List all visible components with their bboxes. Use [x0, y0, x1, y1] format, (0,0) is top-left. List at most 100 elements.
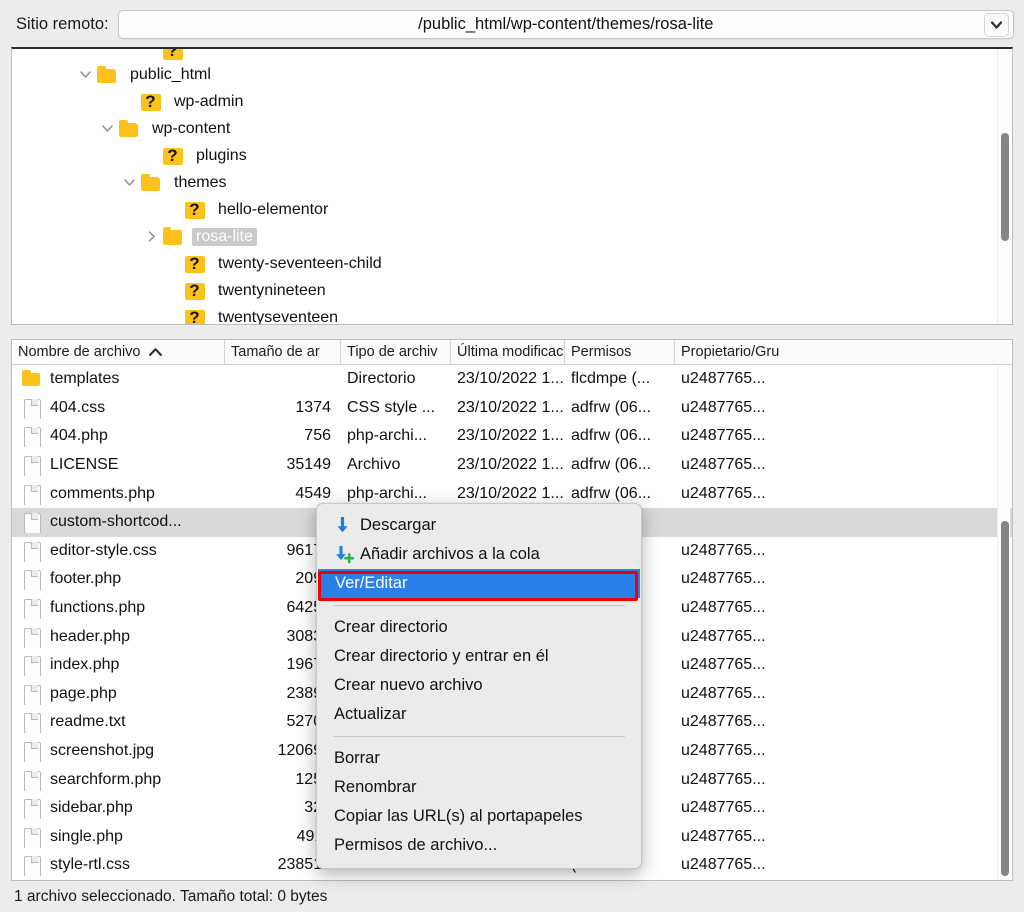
menu-item-ver-editar[interactable]: Ver/Editar — [318, 569, 640, 598]
status-bar: 1 archivo seleccionado. Tamaño total: 0 … — [0, 881, 1024, 912]
tree-item-label: wp-content — [148, 120, 234, 138]
tree-item-rosa-lite[interactable]: rosa-lite — [12, 223, 1012, 250]
file-name-label: 404.php — [50, 427, 108, 445]
menu-item-crear-nuevo-archivo[interactable]: Crear nuevo archivo — [317, 671, 641, 700]
file-owner-cell: u2487765... — [674, 485, 974, 503]
file-name-label: editor-style.css — [50, 542, 157, 560]
file-date-cell: 23/10/2022 1... — [450, 456, 564, 474]
column-header-label: Permisos — [571, 344, 631, 360]
menu-item-permisos-de-archivo[interactable]: Permisos de archivo... — [317, 831, 641, 860]
twisty-none — [162, 253, 184, 275]
file-row[interactable]: 404.css1374CSS style ...23/10/2022 1...a… — [12, 394, 1012, 423]
file-perm-cell: adfrw (06... — [564, 485, 674, 503]
chevron-down-icon[interactable] — [984, 13, 1009, 37]
tree-item-twentyseventeen[interactable]: twentyseventeen — [12, 304, 1012, 324]
column-header-date[interactable]: Última modificació — [450, 340, 564, 365]
column-header-perm[interactable]: Permisos — [564, 340, 674, 365]
add-to-queue-icon — [334, 546, 360, 564]
menu-item-descargar[interactable]: Descargar — [317, 511, 641, 540]
file-name-cell: editor-style.css — [12, 540, 224, 562]
file-name-cell: comments.php — [12, 483, 224, 505]
file-type-cell: Directorio — [340, 370, 450, 388]
menu-item-borrar[interactable]: Borrar — [317, 744, 641, 773]
file-icon — [20, 568, 42, 590]
column-header-label: Tamaño de ar — [231, 344, 320, 360]
chevron-right-icon[interactable] — [140, 226, 162, 248]
folder-unknown-icon — [184, 281, 207, 301]
menu-item-label: Borrar — [334, 749, 380, 768]
file-name-cell: LICENSE — [12, 454, 224, 476]
menu-item-a-adir-archivos-a-la-cola[interactable]: Añadir archivos a la cola — [317, 540, 641, 569]
file-list-header[interactable]: Nombre de archivo Tamaño de ar Tipo de arc… — [12, 340, 1012, 365]
file-name-cell: 404.php — [12, 425, 224, 447]
file-name-label: index.php — [50, 656, 119, 674]
file-name-cell: functions.php — [12, 597, 224, 619]
tree-item-label: hello-elementor — [214, 201, 332, 219]
file-size-cell: 35149 — [224, 456, 340, 474]
menu-item-renombrar[interactable]: Renombrar — [317, 773, 641, 802]
file-owner-cell: u2487765... — [674, 399, 974, 417]
remote-path-combo[interactable]: /public_html/wp-content/themes/rosa-lite — [118, 10, 1014, 39]
file-name-label: functions.php — [50, 599, 145, 617]
file-context-menu[interactable]: DescargarAñadir archivos a la colaVer/Ed… — [316, 503, 642, 869]
file-owner-cell: u2487765... — [674, 799, 974, 817]
file-list-scrollbar-thumb[interactable] — [1001, 521, 1009, 876]
menu-item-actualizar[interactable]: Actualizar — [317, 700, 641, 729]
menu-item-crear-directorio[interactable]: Crear directorio — [317, 613, 641, 642]
file-list-vertical-scrollbar[interactable] — [997, 366, 1010, 880]
twisty-none — [118, 91, 140, 113]
menu-item-copiar-las-url-s-al-portapapeles[interactable]: Copiar las URL(s) al portapapeles — [317, 802, 641, 831]
chevron-down-icon[interactable] — [96, 118, 118, 140]
remote-path-value: /public_html/wp-content/themes/rosa-lite — [418, 15, 713, 34]
tree-vertical-scrollbar[interactable] — [997, 49, 1010, 324]
file-date-cell: 23/10/2022 1... — [450, 427, 564, 445]
file-name-cell: custom-shortcod... — [12, 511, 224, 533]
file-perm-cell: adfrw (06... — [564, 399, 674, 417]
column-header-owner[interactable]: Propietario/Gru — [674, 340, 974, 365]
file-name-cell: page.php — [12, 683, 224, 705]
tree-item-wp-admin[interactable]: wp-admin — [12, 88, 1012, 115]
tree-item-themes[interactable]: themes — [12, 169, 1012, 196]
tree-item-label: twentynineteen — [214, 282, 330, 300]
file-name-cell: readme.txt — [12, 711, 224, 733]
file-icon — [20, 854, 42, 876]
tree-item-hello-elementor[interactable]: hello-elementor — [12, 196, 1012, 223]
file-date-cell: 23/10/2022 1... — [450, 485, 564, 503]
file-row[interactable]: templatesDirectorio23/10/2022 1...flcdmp… — [12, 365, 1012, 394]
folder-icon — [140, 173, 163, 193]
file-row[interactable]: 404.php756php-archi...23/10/2022 1...adf… — [12, 422, 1012, 451]
folder-open-icon — [162, 227, 185, 247]
chevron-down-icon[interactable] — [118, 172, 140, 194]
file-type-cell: Archivo — [340, 456, 450, 474]
remote-directory-tree[interactable]: public_htmlwp-admin wp-content pluginsthem… — [11, 47, 1013, 325]
tree-item-wp-content[interactable]: wp-content — [12, 115, 1012, 142]
file-name-label: 404.css — [50, 399, 105, 417]
file-name-cell: screenshot.jpg — [12, 740, 224, 762]
file-name-label: page.php — [50, 685, 117, 703]
file-row[interactable]: LICENSE35149Archivo23/10/2022 1...adfrw … — [12, 451, 1012, 480]
file-name-cell: style-rtl.css — [12, 854, 224, 876]
column-header-name[interactable]: Nombre de archivo — [12, 340, 224, 365]
file-owner-cell: u2487765... — [674, 456, 974, 474]
file-owner-cell: u2487765... — [674, 370, 974, 388]
file-name-label: sidebar.php — [50, 799, 133, 817]
tree-item-twentynineteen[interactable]: twentynineteen — [12, 277, 1012, 304]
twisty-none — [162, 307, 184, 325]
tree-item-public_html[interactable]: public_html — [12, 61, 1012, 88]
tree-item-twenty-seventeen-child[interactable]: twenty-seventeen-child — [12, 250, 1012, 277]
tree-scrollbar-thumb[interactable] — [1001, 133, 1009, 241]
file-owner-cell: u2487765... — [674, 628, 974, 646]
remote-site-label: Sitio remoto: — [16, 15, 109, 34]
file-perm-cell: flcdmpe (... — [564, 370, 674, 388]
tree-item-plugins[interactable]: plugins — [12, 142, 1012, 169]
file-name-label: custom-shortcod... — [50, 513, 182, 531]
column-header-size[interactable]: Tamaño de ar — [224, 340, 340, 365]
menu-item-crear-directorio-y-entrar-en-l[interactable]: Crear directorio y entrar en él — [317, 642, 641, 671]
file-name-label: templates — [50, 370, 119, 388]
folder-unknown-icon — [184, 254, 207, 274]
chevron-down-icon[interactable] — [74, 64, 96, 86]
column-header-type[interactable]: Tipo de archiv — [340, 340, 450, 365]
file-icon — [20, 397, 42, 419]
folder-unknown-icon — [184, 200, 207, 220]
menu-item-label: Permisos de archivo... — [334, 836, 497, 855]
